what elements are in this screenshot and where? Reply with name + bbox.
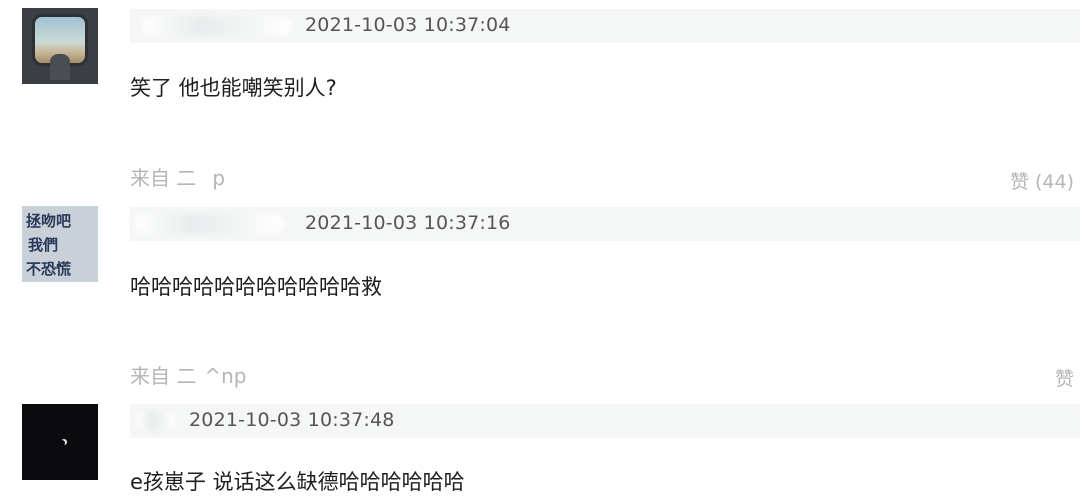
- comment-source[interactable]: 来自 二 p: [130, 162, 225, 191]
- username[interactable]: [134, 214, 284, 234]
- avatar[interactable]: 拯吻吧 我們 不恐慌: [22, 206, 98, 282]
- avatar[interactable]: [22, 404, 98, 480]
- comment-text: e孩崽子 说话这么缺德哈哈哈哈哈哈: [130, 470, 465, 494]
- comment-header: 2021-10-03 10:37:04: [130, 9, 1080, 43]
- comment-timestamp: 2021-10-03 10:37:48: [189, 409, 395, 431]
- comment-header: 2021-10-03 10:37:16: [130, 207, 1080, 241]
- comment-text: 笑了 他也能嘲笑别人?: [130, 76, 337, 100]
- like-button[interactable]: 赞 (44): [1010, 167, 1074, 194]
- avatar[interactable]: [22, 8, 98, 84]
- comment-item: 2021-10-03 10:37:04 笑了 他也能嘲笑别人? 来自 二 p 赞…: [0, 0, 1080, 200]
- comment-timestamp: 2021-10-03 10:37:16: [305, 212, 511, 234]
- comment-timestamp: 2021-10-03 10:37:04: [305, 14, 511, 36]
- avatar-note-line: 拯吻吧: [26, 212, 72, 230]
- avatar-note-line: 不恐慌: [26, 260, 72, 278]
- username[interactable]: [136, 411, 176, 431]
- comment-source[interactable]: 来自 二 ^np: [130, 360, 246, 389]
- comment-header: 2021-10-03 10:37:48: [130, 404, 1080, 438]
- avatar-figure: [50, 54, 70, 80]
- username[interactable]: [142, 16, 292, 36]
- comment-item: 2021-10-03 10:37:48 e孩崽子 说话这么缺德哈哈哈哈哈哈: [0, 400, 1080, 497]
- comment-item: 拯吻吧 我們 不恐慌 2021-10-03 10:37:16 哈哈哈哈哈哈哈哈哈…: [0, 200, 1080, 400]
- like-button[interactable]: 赞: [1055, 364, 1074, 391]
- comment-text: 哈哈哈哈哈哈哈哈哈哈哈救: [130, 275, 382, 299]
- avatar-note-line: 我們: [28, 236, 59, 254]
- moon-icon: [59, 440, 65, 446]
